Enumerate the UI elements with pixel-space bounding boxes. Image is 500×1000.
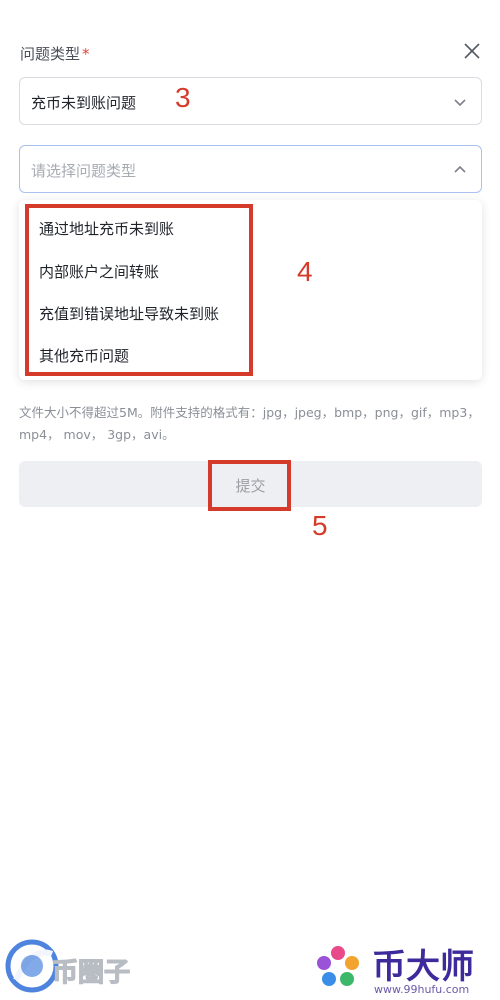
- watermark-bi-da-shi: 币大师 www.99hufu.com: [310, 935, 500, 1000]
- annotation-highlight-submit: [208, 460, 291, 511]
- close-icon[interactable]: [459, 38, 485, 64]
- question-category-value: 充币未到账问题: [31, 94, 137, 112]
- annotation-step-3: 3: [175, 82, 191, 113]
- question-type-label: 问题类型: [20, 45, 81, 63]
- watermark-bi-quan-zi: 币圈子: [0, 930, 170, 1000]
- flower-logo-icon: [317, 946, 359, 986]
- upload-hint: 文件大小不得超过5M。附件支持的格式有：jpg，jpeg，bmp，png，gif…: [19, 405, 480, 442]
- question-type-select[interactable]: 请选择问题类型: [19, 145, 482, 193]
- watermark-right-url: www.99hufu.com: [374, 983, 470, 996]
- chevron-down-icon: [453, 94, 467, 108]
- required-mark: *: [82, 45, 90, 63]
- chevron-up-icon: [453, 162, 467, 176]
- annotation-step-4: 4: [297, 256, 313, 287]
- form-label-question-type: 问题类型 *: [20, 43, 90, 64]
- watermark-left-text: 币圈子: [51, 957, 131, 988]
- annotation-step-5: 5: [312, 510, 328, 541]
- question-category-select[interactable]: 充币未到账问题: [19, 77, 482, 125]
- watermark-right-text: 币大师: [372, 947, 474, 987]
- annotation-highlight-options: [25, 204, 253, 376]
- question-type-placeholder: 请选择问题类型: [31, 162, 137, 180]
